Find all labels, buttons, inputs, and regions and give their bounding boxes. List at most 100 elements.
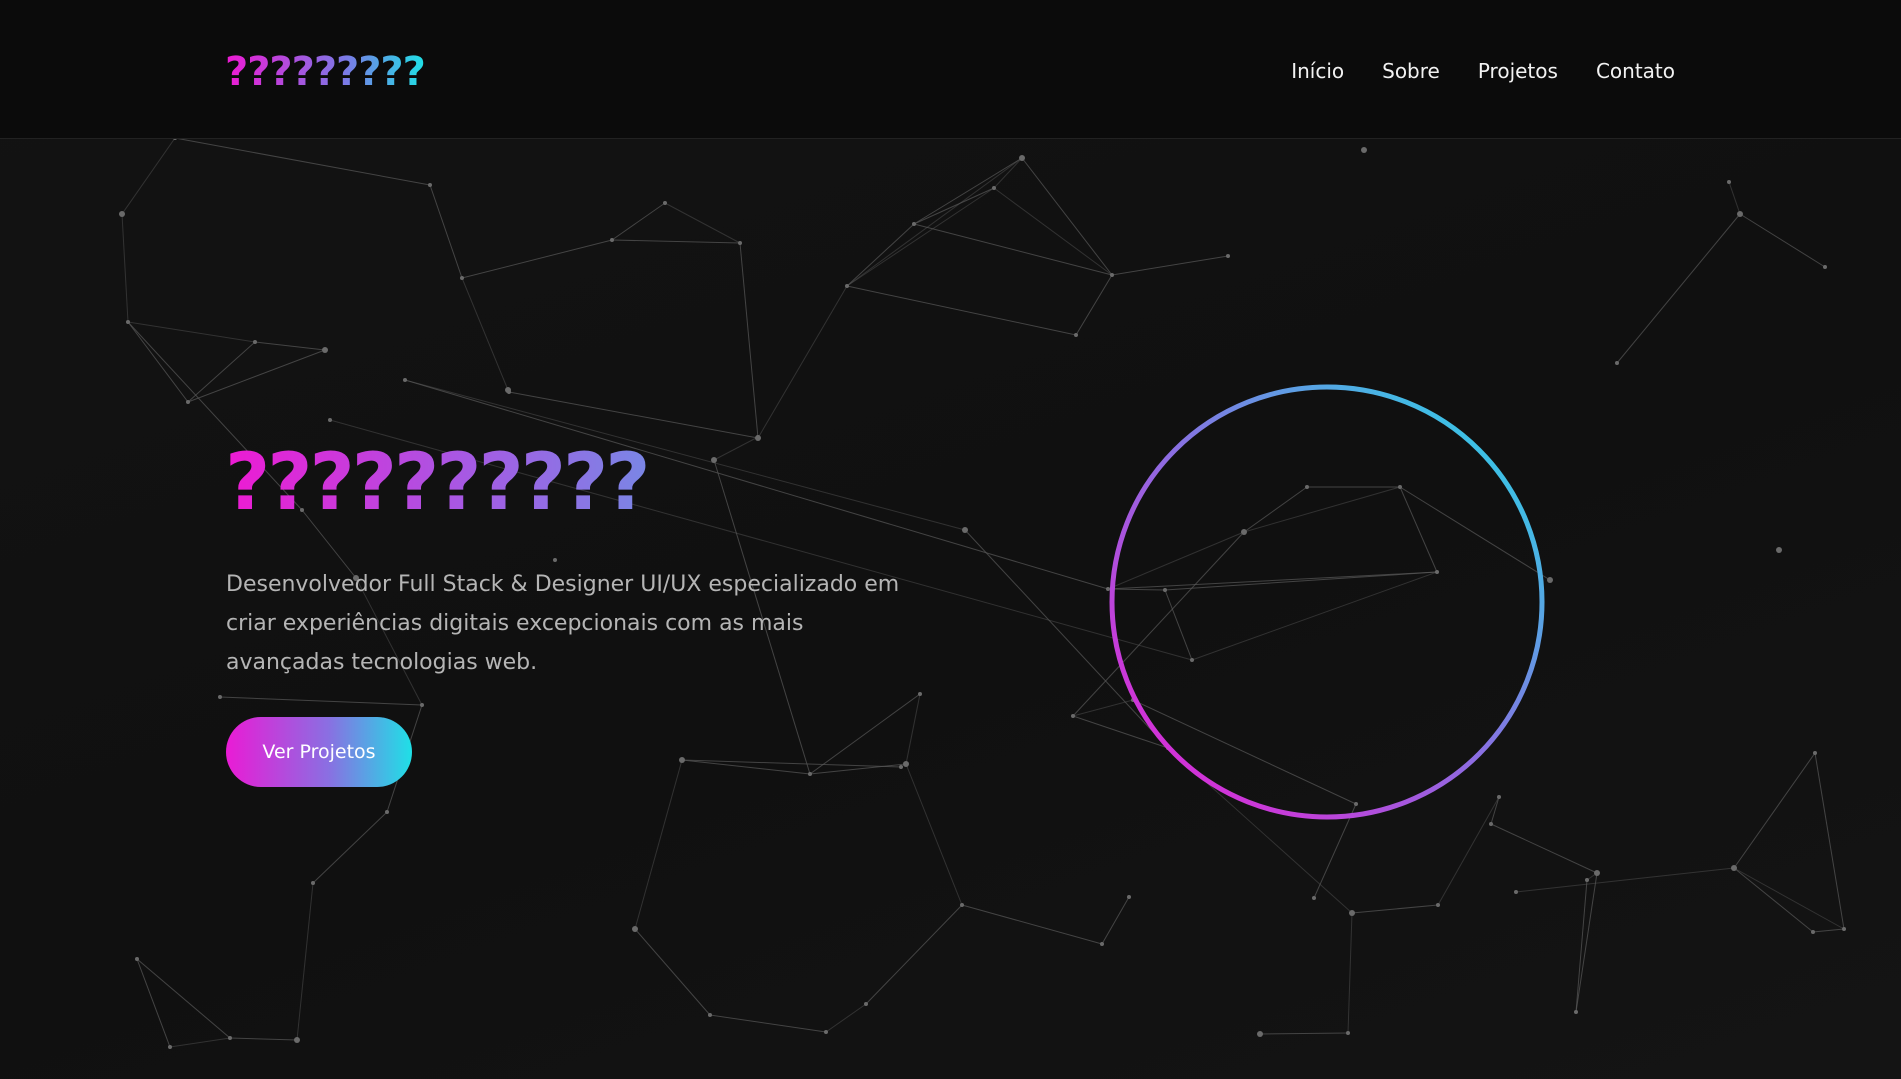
network-line	[1616, 213, 1741, 364]
network-line	[136, 958, 231, 1039]
network-line	[429, 184, 463, 279]
network-node	[228, 1036, 232, 1040]
navbar: ????????? Início Sobre Projetos Contato	[0, 0, 1901, 139]
network-line	[1490, 823, 1598, 874]
network-node	[135, 957, 139, 961]
network-line	[739, 242, 759, 439]
network-line	[993, 187, 1113, 276]
network-node	[1776, 547, 1782, 553]
network-line	[461, 239, 613, 279]
hero-title: ??????????	[225, 438, 650, 528]
nav-link-contato[interactable]: Contato	[1596, 56, 1675, 86]
network-line	[121, 137, 176, 215]
network-line	[1728, 181, 1741, 215]
hero-description: Desenvolvedor Full Stack & Designer UI/U…	[226, 572, 900, 675]
nav-link-projetos[interactable]: Projetos	[1478, 56, 1558, 86]
network-line	[1733, 867, 1845, 930]
network-node	[126, 320, 130, 324]
network-line	[611, 239, 741, 244]
network-node	[385, 810, 389, 814]
network-line	[634, 759, 683, 930]
network-node	[1594, 870, 1600, 876]
logo[interactable]: ?????????	[225, 48, 426, 96]
network-node	[119, 211, 125, 217]
network-node	[1346, 1031, 1350, 1035]
network-line	[312, 811, 388, 884]
network-node	[1226, 254, 1230, 258]
network-line	[905, 763, 963, 906]
network-line	[127, 321, 256, 343]
network-node	[992, 186, 996, 190]
network-line	[461, 277, 509, 391]
network-line	[219, 696, 423, 706]
network-node	[1547, 577, 1553, 583]
network-node	[218, 695, 222, 699]
network-line	[296, 882, 314, 1041]
network-node	[428, 183, 432, 187]
network-node	[553, 558, 557, 562]
network-line	[1733, 867, 1814, 933]
network-line	[825, 1003, 867, 1033]
nav-links: Início Sobre Projetos Contato	[1291, 56, 1675, 86]
nav-link-inicio[interactable]: Início	[1291, 56, 1344, 86]
network-node	[962, 527, 968, 533]
network-node	[311, 881, 315, 885]
network-node	[1436, 903, 1440, 907]
network-line	[127, 321, 189, 403]
network-line	[809, 693, 921, 775]
network-node	[253, 340, 257, 344]
network-node	[912, 222, 916, 226]
network-node	[824, 1030, 828, 1034]
network-node	[708, 1013, 712, 1017]
network-line	[1347, 912, 1353, 1034]
network-line	[1812, 928, 1845, 933]
network-line	[1575, 872, 1598, 1013]
network-line	[634, 928, 711, 1016]
network-line	[611, 202, 666, 241]
network-node	[294, 1037, 300, 1043]
network-line	[1814, 752, 1845, 930]
network-line	[169, 1037, 231, 1048]
network-node	[1737, 211, 1743, 217]
network-node	[632, 926, 638, 932]
network-node	[1585, 878, 1589, 882]
network-line	[913, 223, 1113, 276]
network-node	[460, 276, 464, 280]
network-node	[1312, 896, 1316, 900]
network-node	[186, 400, 190, 404]
network-line	[961, 904, 1103, 945]
network-line	[846, 157, 1023, 287]
network-node	[420, 703, 424, 707]
network-line	[713, 436, 759, 461]
network-node	[1100, 942, 1104, 946]
view-projects-button[interactable]: Ver Projetos	[226, 717, 412, 787]
network-node	[1071, 714, 1075, 718]
network-line	[1733, 752, 1816, 869]
network-node	[1127, 895, 1131, 899]
network-node	[1727, 180, 1731, 184]
network-line	[905, 693, 921, 765]
nav-link-sobre[interactable]: Sobre	[1382, 56, 1440, 86]
gradient-ring	[1109, 384, 1545, 820]
network-node	[960, 903, 964, 907]
network-node	[918, 692, 922, 696]
network-line	[913, 157, 1023, 225]
network-line	[1259, 1032, 1349, 1035]
network-node	[403, 378, 407, 382]
network-line	[1021, 157, 1113, 276]
network-line	[846, 223, 915, 287]
network-line	[508, 391, 759, 439]
network-node	[711, 457, 717, 463]
network-node	[903, 761, 909, 767]
network-line	[913, 187, 995, 225]
network-node	[1811, 930, 1815, 934]
network-node	[845, 284, 849, 288]
network-node	[899, 765, 903, 769]
network-node	[328, 418, 332, 422]
network-line	[1101, 896, 1130, 945]
network-line	[1075, 274, 1113, 336]
network-node	[1823, 265, 1827, 269]
network-node	[1257, 1031, 1263, 1037]
network-line	[709, 1014, 827, 1033]
network-node	[1349, 910, 1355, 916]
